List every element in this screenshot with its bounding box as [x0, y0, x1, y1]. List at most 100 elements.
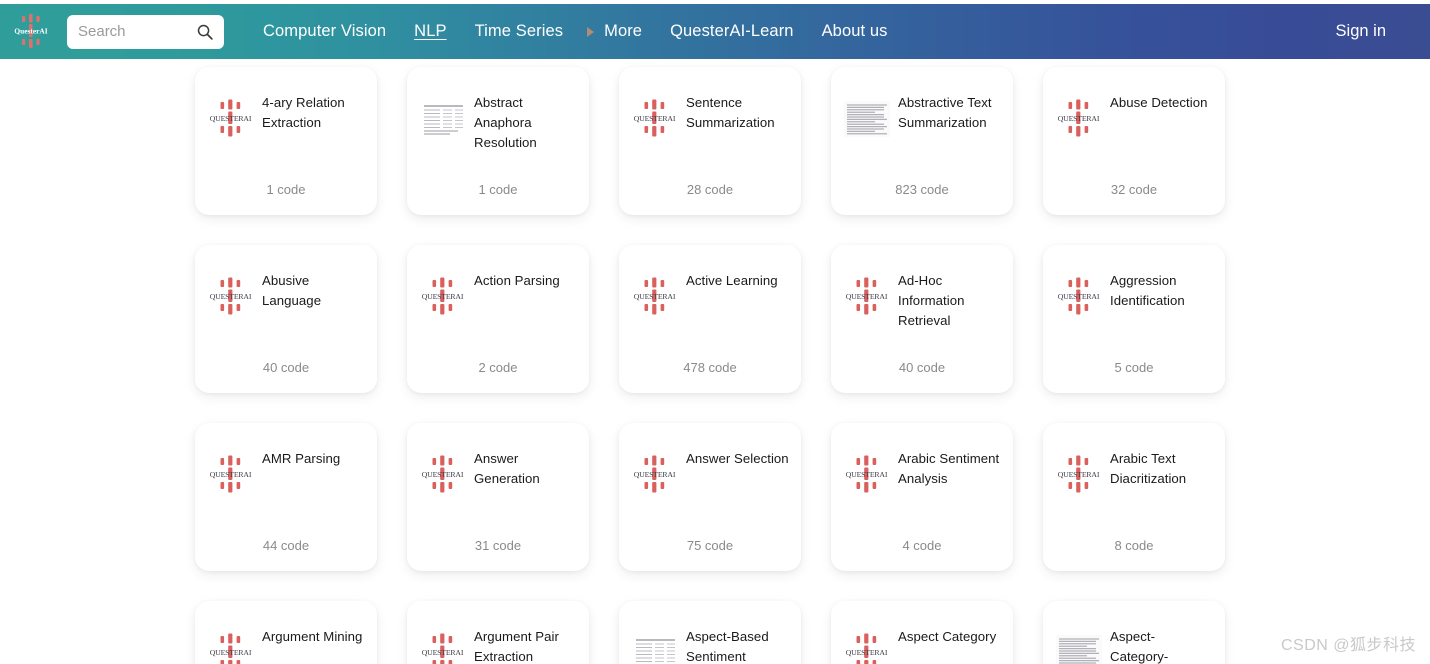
task-card-title: Abuse Detection [1110, 95, 1208, 110]
questerai-logo-icon: QUESTERAI [1055, 451, 1103, 499]
task-card-code-count: 478 code [683, 360, 737, 375]
questerai-logo-icon: QUESTERAI [419, 273, 467, 321]
task-card[interactable]: QUESTERAI Active Learning 478 code [619, 245, 801, 393]
task-card[interactable]: QUESTERAI Aspect Category [831, 601, 1013, 664]
task-card-header: QUESTERAI Active Learning [631, 271, 789, 321]
task-card-header: Abstractive Text Summarization [843, 93, 1001, 143]
svg-text:QUESTERAI: QUESTERAI [634, 292, 676, 301]
paper-thumbnail-icon [843, 95, 891, 143]
task-card-header: QUESTERAI Abuse Detection [1055, 93, 1213, 143]
task-card[interactable]: QUESTERAI Abuse Detection 32 code [1043, 67, 1225, 215]
task-card[interactable]: QUESTERAI Action Parsing 2 code [407, 245, 589, 393]
task-card[interactable]: QUESTERAI Answer Selection 75 code [619, 423, 801, 571]
questerai-logo-icon: QUESTERAI [419, 629, 467, 664]
task-card-code-count: 5 code [1114, 360, 1154, 375]
top-navbar: QuesterAI Computer Vision NLP Time Serie… [0, 4, 1430, 59]
task-card-header: Aspect-Category- [1055, 627, 1213, 664]
task-card-title: Answer Selection [686, 451, 789, 466]
svg-text:QUESTERAI: QUESTERAI [1058, 292, 1100, 301]
svg-text:QUESTERAI: QUESTERAI [846, 648, 888, 657]
svg-text:QUESTERAI: QUESTERAI [210, 470, 252, 479]
watermark: CSDN @狐步科技 [1280, 637, 1416, 654]
task-card-header: QUESTERAI 4-ary Relation Extraction [207, 93, 365, 143]
caret-right-icon [587, 26, 595, 37]
task-card-header: Abstract Anaphora Resolution [419, 93, 577, 153]
nav-link-nlp[interactable]: NLP [400, 22, 460, 41]
nav-link-more[interactable]: More [590, 22, 656, 41]
task-card-header: QUESTERAI Abusive Language [207, 271, 365, 321]
svg-text:QUESTERAI: QUESTERAI [422, 292, 464, 301]
task-card-title: Action Parsing [474, 273, 560, 288]
questerai-logo-icon: QUESTERAI [631, 451, 679, 499]
questerai-logo-icon: QUESTERAI [207, 629, 255, 664]
task-card[interactable]: QUESTERAI Answer Generation 31 code [407, 423, 589, 571]
task-card-title: Argument Mining [262, 629, 363, 644]
nav-link-time-series[interactable]: Time Series [461, 22, 578, 41]
task-card[interactable]: Abstract Anaphora Resolution 1 code [407, 67, 589, 215]
questerai-logo-icon[interactable]: QuesterAI [8, 9, 54, 54]
svg-text:QUESTERAI: QUESTERAI [1058, 114, 1100, 123]
svg-text:QUESTERAI: QUESTERAI [422, 470, 464, 479]
questerai-logo-icon: QUESTERAI [207, 273, 255, 321]
task-card-header: QUESTERAI Sentence Summarization [631, 93, 789, 143]
task-card[interactable]: QUESTERAI Aggression Identification 5 cod… [1043, 245, 1225, 393]
nav-link-questerai-learn[interactable]: QuesterAI-Learn [656, 22, 807, 41]
task-card-header: QUESTERAI Arabic Text Diacritization [1055, 449, 1213, 499]
task-card[interactable]: QUESTERAI Argument Mining [195, 601, 377, 664]
questerai-logo-icon: QUESTERAI [843, 451, 891, 499]
task-card-title: Active Learning [686, 273, 778, 288]
task-card-header: QUESTERAI Aspect Category [843, 627, 1001, 664]
questerai-logo-icon: QUESTERAI [207, 95, 255, 143]
task-card[interactable]: QUESTERAI Sentence Summarization 28 code [619, 67, 801, 215]
task-card-title: Aspect-Based Sentiment [686, 629, 769, 664]
svg-text:QuesterAI: QuesterAI [14, 26, 47, 35]
task-card[interactable]: QUESTERAI Abusive Language 40 code [195, 245, 377, 393]
task-card[interactable]: QUESTERAI Arabic Text Diacritization 8 co… [1043, 423, 1225, 571]
questerai-logo-icon: QUESTERAI [843, 629, 891, 664]
task-card[interactable]: QUESTERAI Arabic Sentiment Analysis 4 cod… [831, 423, 1013, 571]
svg-text:QUESTERAI: QUESTERAI [210, 114, 252, 123]
task-card[interactable]: Abstractive Text Summarization 823 code [831, 67, 1013, 215]
task-card[interactable]: Aspect-Based Sentiment [619, 601, 801, 664]
task-card-header: QUESTERAI AMR Parsing [207, 449, 365, 499]
task-card[interactable]: QUESTERAI Ad-Hoc Information Retrieval 40… [831, 245, 1013, 393]
task-card-title: Sentence Summarization [686, 95, 775, 130]
svg-text:QUESTERAI: QUESTERAI [634, 114, 676, 123]
search-box[interactable] [67, 14, 224, 49]
questerai-logo-icon: QUESTERAI [631, 273, 679, 321]
task-card-title: Abstract Anaphora Resolution [474, 95, 537, 150]
svg-text:QUESTERAI: QUESTERAI [210, 292, 252, 301]
task-card-header: QUESTERAI Aggression Identification [1055, 271, 1213, 321]
task-card-code-count: 32 code [1110, 182, 1158, 197]
task-card-code-count: 44 code [262, 538, 310, 553]
task-card-title: Aggression Identification [1110, 273, 1185, 308]
task-card[interactable]: QUESTERAI AMR Parsing 44 code [195, 423, 377, 571]
search-input[interactable] [67, 14, 224, 49]
task-card-title: Arabic Text Diacritization [1110, 451, 1187, 486]
svg-text:QUESTERAI: QUESTERAI [422, 648, 464, 657]
nav-link-computer-vision[interactable]: Computer Vision [249, 22, 400, 41]
task-card-header: QUESTERAI Argument Mining [207, 627, 365, 664]
task-card-header: Aspect-Based Sentiment [631, 627, 789, 664]
task-card-header: QUESTERAI Answer Selection [631, 449, 789, 499]
paper-thumbnail-icon [419, 95, 467, 143]
task-card-grid: QUESTERAI 4-ary Relation Extraction 1 cod… [195, 59, 1235, 664]
paper-thumbnail-icon [1055, 629, 1103, 664]
svg-text:QUESTERAI: QUESTERAI [846, 292, 888, 301]
sign-in-button[interactable]: Sign in [1336, 22, 1386, 41]
task-card-header: QUESTERAI Argument Pair Extraction [419, 627, 577, 664]
task-card-title: Aspect-Category- [1110, 629, 1169, 664]
task-card-title: Abstractive Text Summarization [898, 95, 992, 130]
task-card[interactable]: QUESTERAI Argument Pair Extraction [407, 601, 589, 664]
task-card-header: QUESTERAI Ad-Hoc Information Retrieval [843, 271, 1001, 331]
nav-link-about-us[interactable]: About us [808, 22, 902, 41]
main-content: QUESTERAI 4-ary Relation Extraction 1 cod… [0, 59, 1430, 664]
questerai-logo-icon: QUESTERAI [843, 273, 891, 321]
task-card[interactable]: Aspect-Category- [1043, 601, 1225, 664]
questerai-logo-icon: QUESTERAI [1055, 95, 1103, 143]
task-card-title: Answer Generation [474, 451, 540, 486]
task-card-code-count: 823 code [895, 182, 949, 197]
questerai-logo-icon: QUESTERAI [207, 451, 255, 499]
task-card[interactable]: QUESTERAI 4-ary Relation Extraction 1 cod… [195, 67, 377, 215]
task-card-code-count: 4 code [902, 538, 942, 553]
